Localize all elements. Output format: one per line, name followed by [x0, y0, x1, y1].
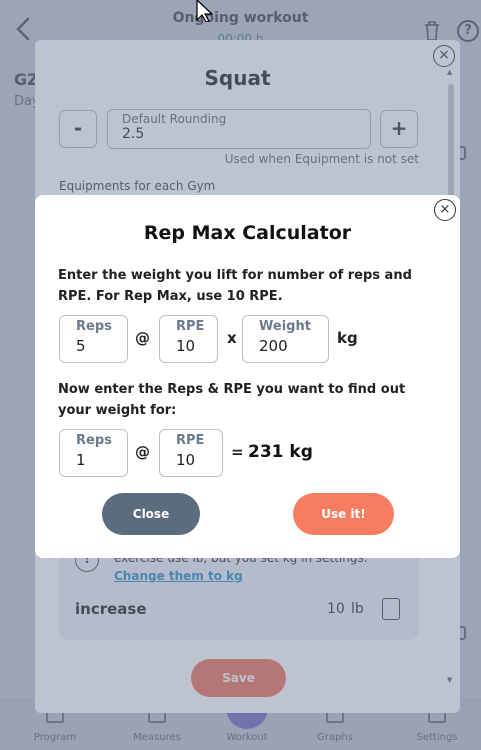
target-reps-input[interactable]: Reps 1 — [59, 429, 128, 477]
rep-max-calculator-modal: × Rep Max Calculator Enter the weight yo… — [35, 195, 460, 558]
at-symbol: @ — [135, 443, 150, 461]
reps-value: 5 — [76, 337, 86, 355]
rpe-input[interactable]: RPE 10 — [159, 315, 218, 363]
result-value: 231 kg — [248, 442, 313, 462]
equals-symbol: = — [231, 443, 244, 461]
rpe-value: 10 — [176, 451, 196, 469]
reps-label: Reps — [76, 433, 112, 448]
rpe-value: 10 — [176, 337, 196, 355]
weight-value: 200 — [259, 337, 288, 355]
instruction-text: Now enter the Reps & RPE you want to fin… — [58, 382, 406, 418]
reps-label: Reps — [76, 319, 112, 334]
close-button[interactable]: Close — [102, 493, 200, 535]
rpe-label: RPE — [176, 319, 205, 334]
reps-value: 1 — [76, 451, 86, 469]
modal-title: Rep Max Calculator — [143, 222, 352, 244]
weight-input[interactable]: Weight 200 — [242, 315, 329, 363]
cursor-icon — [196, 0, 214, 22]
times-symbol: x — [227, 329, 237, 347]
rpe-label: RPE — [176, 433, 205, 448]
weight-label: Weight — [259, 319, 311, 334]
target-rpe-input[interactable]: RPE 10 — [159, 429, 223, 477]
instruction-text: Enter the weight you lift for number of … — [58, 268, 412, 304]
at-symbol: @ — [135, 329, 150, 347]
use-it-button[interactable]: Use it! — [293, 493, 394, 535]
weight-unit: kg — [337, 329, 358, 347]
close-icon[interactable]: × — [434, 199, 456, 221]
reps-input[interactable]: Reps 5 — [59, 315, 128, 363]
